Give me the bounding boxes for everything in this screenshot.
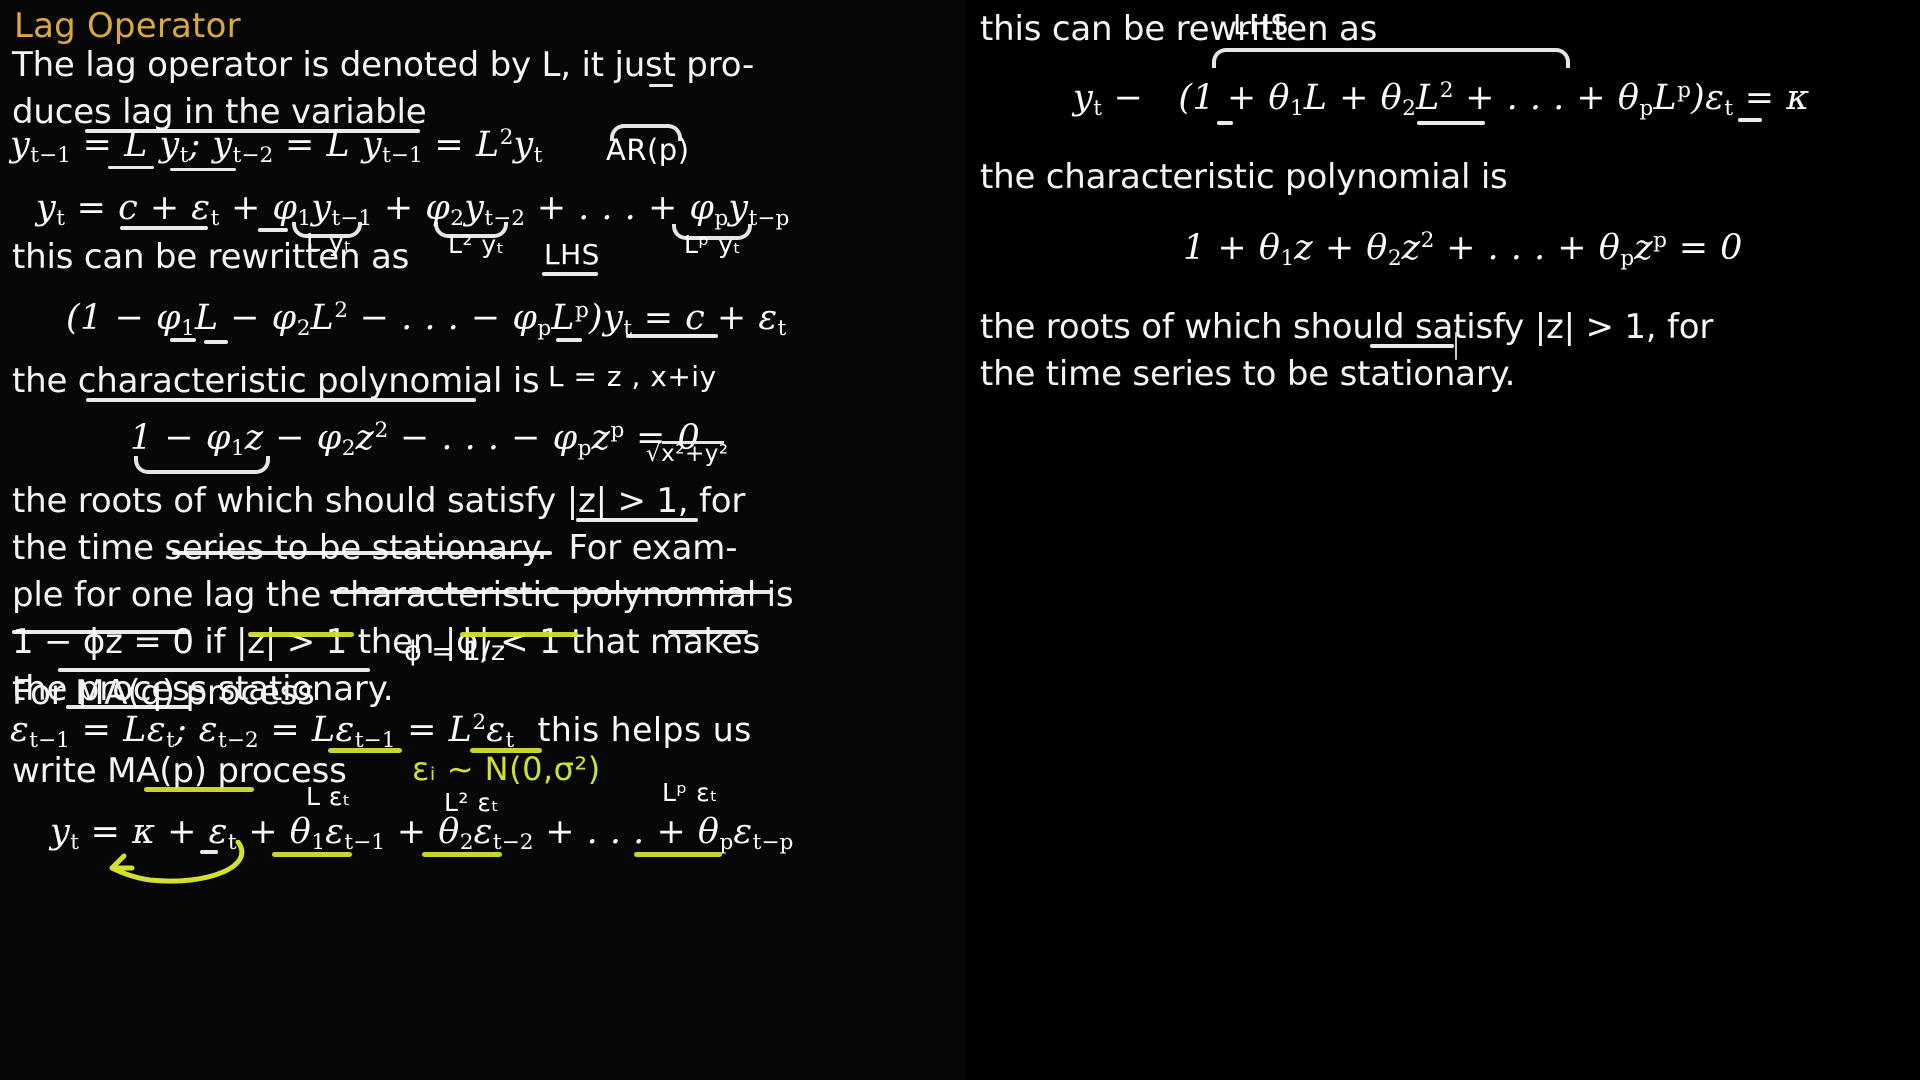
underline-eps-t-right [1738,118,1762,122]
underline-lhs-left [542,272,598,276]
annotation-lhs-right: LHS [1233,8,1289,41]
brace-under-characteristic-roots [134,456,270,474]
rewritten-as-text-left: this can be rewritten as [12,237,410,277]
slide-canvas: Lag Operator The lag operator is denoted… [0,0,1920,1080]
left-column: Lag Operator The lag operator is denoted… [0,0,965,1080]
yellow-underline-theta1-term [272,852,352,857]
page-title: Lag Operator [14,6,241,46]
annotation-phi-equals-one-over-z: ϕ = 1/z [404,636,506,667]
equation-ma-lag-definition: εt−1 = Lεt; εt−2 = Lεt−1 = L2εt this hel… [10,710,752,754]
yellow-underline-ma-p [144,787,254,792]
annotation-modulus-formula: √x²+y² [646,441,729,467]
cursor-marker-right [1455,332,1457,360]
characteristic-polynomial-text-right: the characteristic polynomial is [980,157,1508,197]
annotation-ar-p: AR(p) [606,133,690,167]
underline-c-plus-eps-eq3 [626,334,718,338]
right-column: this can be rewritten as LHS yt − (1 + θ… [965,0,1920,1080]
yellow-underline-theta2-term [422,852,502,857]
underline-one-right [1217,121,1233,125]
underline-characteristic-polynomial-left [86,398,476,402]
overline-for-example [576,518,698,522]
yellow-curved-arrow [109,840,245,884]
brace-over-ma-polynomial [1212,48,1570,68]
annotation-lp-yt: Lᵖ yₜ [684,230,742,259]
underline-makes [668,630,748,634]
annotation-lp-eps-t: Lᵖ εₜ [662,778,718,807]
underline-phi1 [258,228,288,232]
annotation-epsilon-normal-distribution: εᵢ ~ N(0,σ²) [412,750,601,788]
equation-lag-definition: yt−1 = L yt; yt−2 = L yt−1 = L2yt [10,125,543,169]
lag-operator-intro-text: The lag operator is denoted by L, it jus… [12,45,755,132]
underline-L-eq3 [204,340,228,344]
equation-characteristic-polynomial-right: 1 + θ1z + θ2z2 + . . . + θpzp = 0 [1183,228,1743,272]
underline-yt-minus-2 [170,168,236,171]
yellow-underline-thetap-term [634,852,722,857]
equation-characteristic-polynomial-left: 1 − φ1z − φ2z2 − . . . − φpzp = 0 [130,418,701,462]
yellow-underline-mod-z [248,632,354,637]
underline-theta2-right [1417,121,1485,125]
rewritten-as-text-right: this can be rewritten as [980,9,1378,49]
underline-characteristic-polynomial-2 [330,590,772,594]
underline-one-minus-phi-z [12,630,190,634]
underline-Lyt [108,166,154,169]
underline-phi1-eq3 [170,338,196,342]
roots-stationarity-text-right: the roots of which should satisfy |z| > … [980,307,1714,394]
underline-c-plus-eps [120,226,208,230]
equation-ma-rewritten: yt − (1 + θ1L + θ2L2 + . . . + θpLp)εt =… [1073,78,1810,122]
underline-mod-z-right [1370,344,1454,348]
annotation-lhs-left: LHS [544,238,600,271]
underline-yt-eq3 [556,338,582,342]
annotation-l-equals-z: L = z , x+iy [548,360,717,393]
annotation-l-eps-t: L εₜ [306,782,351,811]
annotation-l2-yt: L² yₜ [448,230,505,259]
underline-ma-q [66,705,190,709]
underline-time-series-stationary [172,551,552,555]
underline-L-symbol [649,84,673,87]
